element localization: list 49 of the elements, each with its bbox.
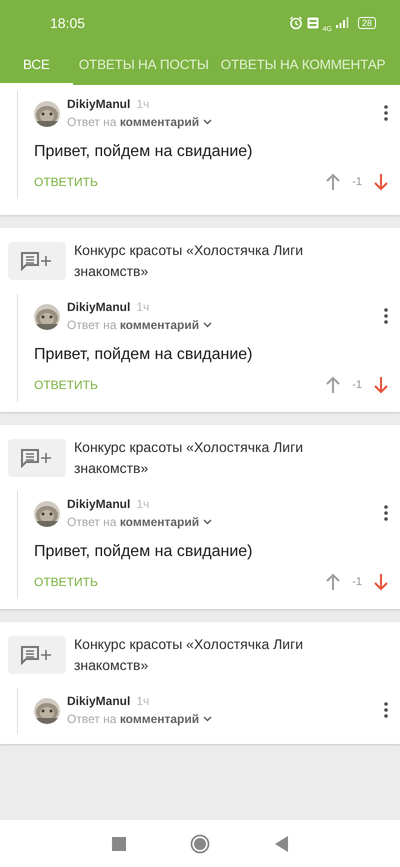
more-icon[interactable] bbox=[384, 105, 388, 121]
recents-icon[interactable] bbox=[112, 836, 126, 850]
author-name[interactable]: DikiyManul bbox=[67, 497, 130, 511]
comment-time: 1ч bbox=[136, 694, 150, 708]
reply-context[interactable]: Ответ на комментарий bbox=[67, 115, 200, 129]
comment-plus-icon bbox=[20, 645, 54, 665]
post-title[interactable]: Конкурс красоты «Холостячка Лиги знакомств» bbox=[74, 437, 324, 479]
author-name[interactable]: DikiyManul bbox=[67, 97, 130, 111]
comment-text: Привет, пойдем на свидание) bbox=[34, 346, 254, 364]
reply-context[interactable]: Ответ на комментарий bbox=[67, 712, 200, 726]
post-title[interactable]: Конкурс красоты «Холостячка Лиги знакомств» bbox=[74, 240, 324, 282]
upvote-icon[interactable] bbox=[326, 173, 340, 191]
downvote-icon[interactable] bbox=[374, 376, 388, 394]
add-comment-button[interactable] bbox=[8, 242, 66, 280]
post-title[interactable]: Конкурс красоты «Холостячка Лиги знакомств» bbox=[74, 634, 324, 676]
vote-score: -1 bbox=[352, 176, 362, 188]
author-name[interactable]: DikiyManul bbox=[67, 694, 130, 708]
comment-time: 1ч bbox=[136, 97, 150, 111]
more-icon[interactable] bbox=[384, 702, 388, 718]
comment-time: 1ч bbox=[136, 497, 150, 511]
chevron-down-icon[interactable] bbox=[203, 322, 212, 328]
comment-plus-icon bbox=[20, 448, 54, 468]
downvote-icon[interactable] bbox=[374, 573, 388, 591]
upvote-icon[interactable] bbox=[326, 573, 340, 591]
upvote-icon[interactable] bbox=[326, 376, 340, 394]
add-comment-button[interactable] bbox=[8, 636, 66, 674]
chevron-down-icon[interactable] bbox=[203, 519, 212, 525]
reply-context[interactable]: Ответ на комментарий bbox=[67, 318, 200, 332]
comment-time: 1ч bbox=[136, 300, 150, 314]
battery-indicator: 28 bbox=[358, 16, 376, 28]
alarm-icon bbox=[288, 16, 303, 30]
back-icon[interactable] bbox=[274, 836, 288, 852]
comment-text: Привет, пойдем на свидание) bbox=[34, 543, 254, 561]
chevron-down-icon[interactable] bbox=[203, 119, 212, 125]
comment-text: Привет, пойдем на свидание) bbox=[34, 143, 254, 161]
downvote-icon[interactable] bbox=[374, 173, 388, 191]
vote-score: -1 bbox=[352, 576, 362, 588]
volte-icon bbox=[306, 16, 319, 28]
more-icon[interactable] bbox=[384, 308, 388, 324]
reply-context[interactable]: Ответ на комментарий bbox=[67, 515, 200, 529]
more-icon[interactable] bbox=[384, 505, 388, 521]
author-name[interactable]: DikiyManul bbox=[67, 300, 130, 314]
home-icon[interactable] bbox=[190, 834, 210, 854]
comment-plus-icon bbox=[20, 251, 54, 271]
chevron-down-icon[interactable] bbox=[203, 716, 212, 722]
status-time: 18:05 bbox=[50, 14, 86, 30]
vote-score: -1 bbox=[352, 379, 362, 391]
signal-icon bbox=[336, 17, 350, 28]
add-comment-button[interactable] bbox=[8, 439, 66, 477]
